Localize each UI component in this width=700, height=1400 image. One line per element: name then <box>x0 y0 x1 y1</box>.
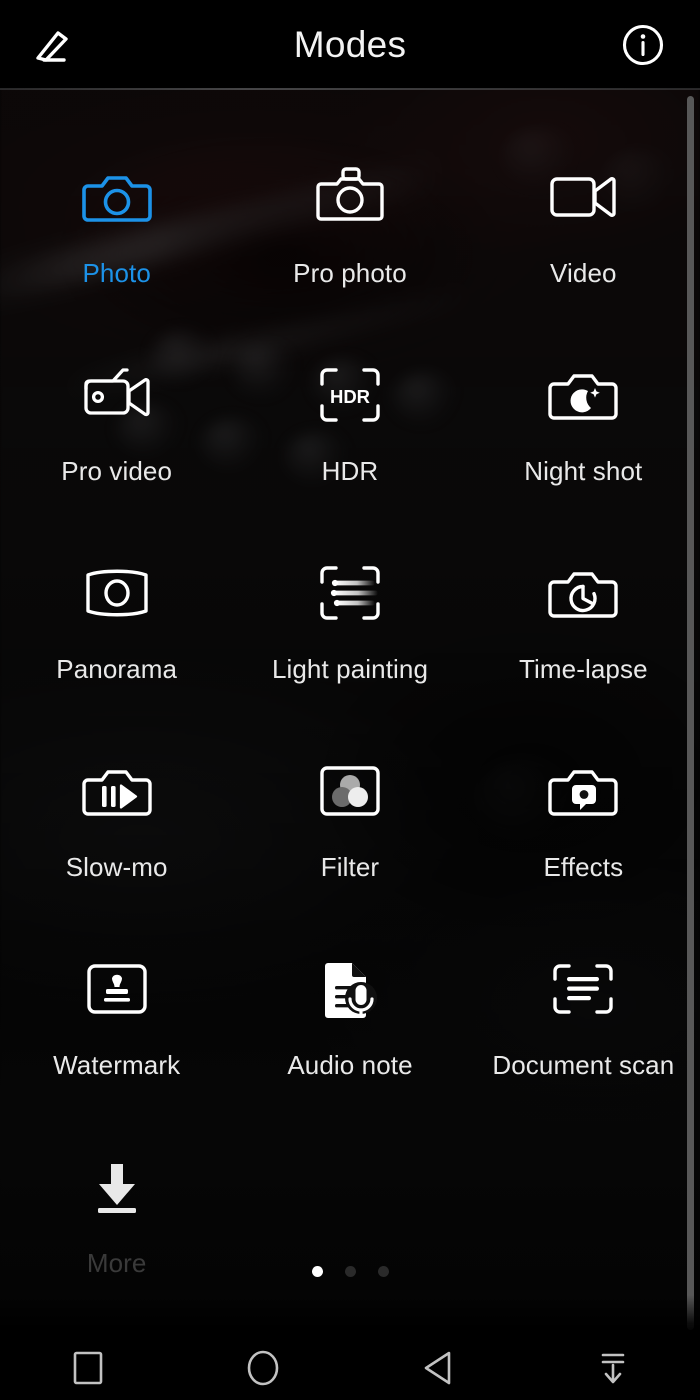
mode-label: Document scan <box>492 1050 675 1080</box>
mode-item-video[interactable]: Video <box>467 89 700 289</box>
mode-item-time-lapse[interactable]: Time-lapse <box>467 485 700 685</box>
mode-item-audio-note[interactable]: Audio note <box>233 881 466 1081</box>
mode-label: Pro photo <box>293 258 407 288</box>
info-icon <box>620 22 666 68</box>
mode-item-pro-video[interactable]: Pro video <box>0 287 233 487</box>
mode-cell-empty <box>233 1079 466 1279</box>
mode-item-panorama[interactable]: Panorama <box>0 485 233 685</box>
pro-video-camera-icon <box>81 363 153 427</box>
mode-item-photo[interactable]: Photo <box>0 89 233 289</box>
camera-modes-screen: Modes Photo Pro photo Video Pro video HD… <box>0 0 700 1400</box>
mode-item-pro-photo[interactable]: Pro photo <box>233 89 466 289</box>
home-circle-icon <box>246 1350 280 1386</box>
mode-item-hdr[interactable]: HDR HDR <box>233 287 466 487</box>
mode-item-slow-mo[interactable]: Slow-mo <box>0 683 233 883</box>
color-circles-icon <box>314 759 386 823</box>
mode-label: Audio note <box>287 1050 413 1080</box>
download-icon <box>81 1155 153 1219</box>
mode-label: Video <box>550 258 617 288</box>
vertical-scrollbar[interactable] <box>687 96 694 1330</box>
mode-item-document-scan[interactable]: Document scan <box>467 881 700 1081</box>
page-dot-3[interactable] <box>377 1266 389 1277</box>
mode-item-effects[interactable]: Effects <box>467 683 700 883</box>
app-header: Modes <box>0 0 700 89</box>
hide-navbar-button[interactable] <box>525 1335 700 1400</box>
mode-item-light-painting[interactable]: Light painting <box>233 485 466 685</box>
document-mic-icon <box>314 957 386 1021</box>
mode-item-night-shot[interactable]: Night shot <box>467 287 700 487</box>
page-title: Modes <box>293 24 407 65</box>
panorama-icon <box>81 561 153 625</box>
scan-lines-icon <box>547 957 619 1021</box>
camera-timer-icon <box>547 561 619 625</box>
page-indicator <box>0 1266 700 1277</box>
info-button[interactable] <box>612 14 674 76</box>
modes-row: Panorama Light painting Time-lapse <box>0 485 700 685</box>
mode-item-more[interactable]: More <box>0 1079 233 1279</box>
camera-bubble-icon <box>547 759 619 823</box>
camera-moon-icon <box>547 363 619 427</box>
modes-row: More <box>0 1079 700 1279</box>
mode-label: HDR <box>321 456 379 486</box>
mode-label: Effects <box>543 852 624 882</box>
mode-label: Pro video <box>61 456 173 486</box>
hdr-badge-text: HDR <box>330 386 370 407</box>
modes-row: Photo Pro photo Video <box>0 89 700 289</box>
modes-grid: Photo Pro photo Video Pro video HDR HDR … <box>0 89 700 1335</box>
page-dot-1[interactable] <box>311 1266 323 1277</box>
mode-label: Night shot <box>524 456 643 486</box>
back-button[interactable] <box>350 1335 525 1400</box>
bottom-fade <box>0 1295 700 1335</box>
scrollbar-thumb[interactable] <box>687 96 694 1330</box>
system-navigation-bar <box>0 1335 700 1400</box>
recents-square-icon <box>73 1351 103 1385</box>
video-camera-icon <box>547 165 619 229</box>
mode-item-filter[interactable]: Filter <box>233 683 466 883</box>
hide-navbar-icon <box>598 1351 628 1385</box>
mode-cell-empty <box>467 1079 700 1279</box>
hdr-frame-icon: HDR <box>314 363 386 427</box>
mode-label: Photo <box>82 258 151 288</box>
mode-label: Watermark <box>53 1050 181 1080</box>
mode-label: Panorama <box>56 654 178 684</box>
header-divider <box>0 88 700 90</box>
home-button[interactable] <box>175 1335 350 1400</box>
camera-icon <box>81 165 153 229</box>
mode-label: Filter <box>320 852 380 882</box>
camera-play-icon <box>81 759 153 823</box>
modes-row: Watermark Audio note Document scan <box>0 881 700 1081</box>
slr-camera-icon <box>314 165 386 229</box>
back-triangle-icon <box>423 1351 453 1385</box>
stamp-card-icon <box>81 957 153 1021</box>
modes-row: Pro video HDR HDR Night shot <box>0 287 700 487</box>
mode-item-watermark[interactable]: Watermark <box>0 881 233 1081</box>
recents-button[interactable] <box>0 1335 175 1400</box>
light-trails-icon <box>314 561 386 625</box>
mode-label: Time-lapse <box>519 654 648 684</box>
page-dot-2[interactable] <box>344 1266 356 1277</box>
mode-label: Slow-mo <box>65 852 168 882</box>
mode-label: Light painting <box>271 654 429 684</box>
modes-row: Slow-mo Filter Effects <box>0 683 700 883</box>
